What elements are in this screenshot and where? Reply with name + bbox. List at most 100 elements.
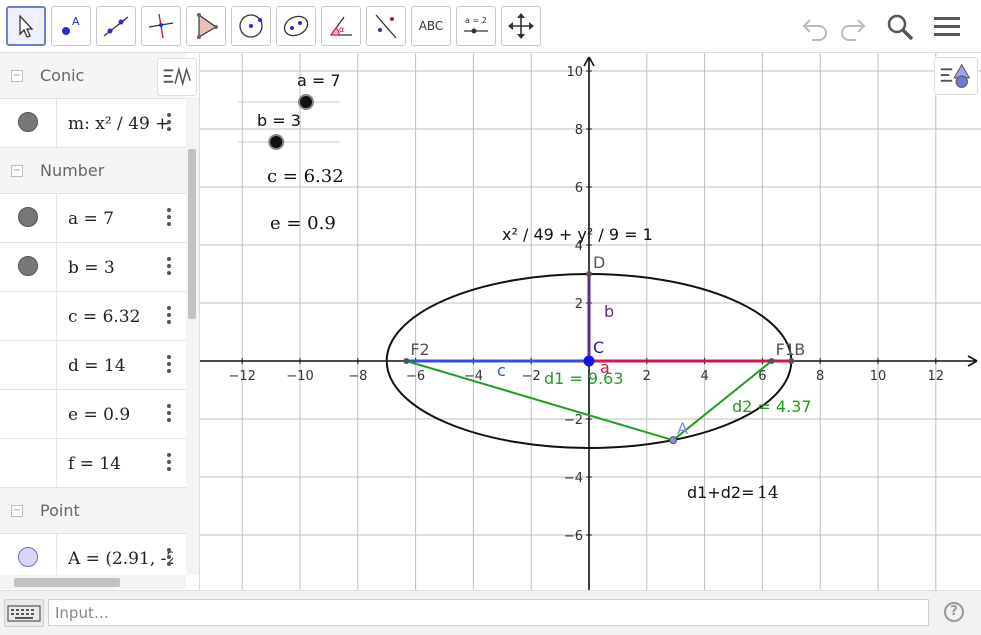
- slider-tool-button[interactable]: a = 2: [456, 6, 496, 46]
- search-button[interactable]: [883, 10, 917, 44]
- ellipse-equation-text: x² / 49 + y² / 9 = 1: [502, 225, 653, 244]
- segment-label-d2: d2 = 4.37: [732, 397, 812, 416]
- point-C[interactable]: [583, 355, 595, 367]
- line-tool-icon: [103, 16, 129, 37]
- svg-text:A: A: [72, 15, 80, 28]
- segment-label-b: b: [604, 302, 614, 321]
- more-options-icon[interactable]: [166, 548, 172, 568]
- x-tick-label: 12: [928, 369, 945, 384]
- algebra-item-e[interactable]: e = 0.9: [0, 390, 186, 439]
- x-tick-label: 2: [643, 369, 651, 384]
- vertical-scroll-thumb[interactable]: [188, 149, 196, 319]
- angle-tool-button[interactable]: α: [321, 6, 361, 46]
- point-label-A: A: [677, 419, 688, 438]
- redo-icon: [841, 19, 866, 41]
- group-name: Number: [40, 161, 105, 180]
- graphics-view[interactable]: −12 −10 −8 −6 −4 −2 2 4 6 8 10 12 10 8 6 4 2 −2 −4 −6 D C …: [200, 53, 981, 590]
- point-label-D: D: [593, 253, 605, 272]
- x-tick-label: −2: [522, 369, 541, 384]
- circle-tool-icon: [239, 14, 263, 38]
- svg-text:α: α: [339, 25, 344, 34]
- undo-icon: [802, 19, 827, 41]
- x-tick-label: 4: [700, 369, 708, 384]
- collapse-icon[interactable]: −: [11, 70, 23, 82]
- perpendicular-line-tool-icon: [148, 13, 174, 39]
- sum-value-text: 14: [757, 483, 779, 503]
- algebra-item-definition[interactable]: e = 0.9: [68, 405, 173, 425]
- algebra-item-a[interactable]: a = 7: [0, 194, 186, 243]
- group-name: Point: [40, 501, 80, 520]
- algebra-style-bar-button[interactable]: [157, 58, 197, 96]
- more-options-icon[interactable]: [166, 113, 172, 133]
- algebra-item-definition[interactable]: A = (2.91, -2.8: [68, 549, 173, 569]
- group-header-point[interactable]: − Point: [0, 488, 186, 534]
- y-tick-label: 10: [566, 65, 583, 80]
- move-tool-button[interactable]: [6, 6, 46, 46]
- collapse-icon[interactable]: −: [11, 505, 23, 517]
- visibility-toggle-icon[interactable]: [18, 207, 38, 227]
- search-icon: [887, 14, 914, 41]
- undo-button[interactable]: [798, 10, 832, 44]
- point-F2[interactable]: [403, 358, 410, 364]
- text-tool-button[interactable]: ABC: [411, 6, 451, 46]
- polygon-tool-button[interactable]: [186, 6, 226, 46]
- collapse-icon[interactable]: −: [11, 165, 23, 177]
- move-graphics-tool-button[interactable]: [501, 6, 541, 46]
- menu-button[interactable]: [930, 10, 964, 44]
- point-F1[interactable]: [768, 358, 775, 364]
- redo-button[interactable]: [836, 10, 870, 44]
- algebra-item-m[interactable]: m: x² / 49 + y² / 9 = 1: [0, 99, 186, 148]
- perpendicular-tool-button[interactable]: [141, 6, 181, 46]
- more-options-icon[interactable]: [166, 306, 172, 326]
- point-tool-button[interactable]: A: [51, 6, 91, 46]
- slider-a-knob[interactable]: [298, 94, 314, 110]
- algebra-item-definition[interactable]: m: x² / 49 + y² / 9 = 1: [68, 114, 173, 134]
- visibility-toggle-icon[interactable]: [18, 547, 38, 567]
- slider-a[interactable]: a = 7: [238, 71, 341, 110]
- slider-b-knob[interactable]: [268, 134, 285, 150]
- visibility-toggle-icon[interactable]: [18, 112, 38, 132]
- reflect-tool-button[interactable]: [366, 6, 406, 46]
- more-options-icon[interactable]: [166, 208, 172, 228]
- algebra-item-definition[interactable]: a = 7: [68, 209, 173, 229]
- group-header-number[interactable]: − Number: [0, 148, 186, 194]
- style-bar-icon: [940, 63, 971, 88]
- line-tool-button[interactable]: [96, 6, 136, 46]
- x-tick-label: −10: [286, 369, 313, 384]
- y-tick-label: −6: [564, 529, 583, 544]
- keyboard-button[interactable]: [4, 599, 44, 627]
- algebra-item-f[interactable]: f = 14: [0, 439, 186, 488]
- x-tick-label: −12: [228, 369, 255, 384]
- more-options-icon[interactable]: [166, 404, 172, 424]
- y-tick-label: 6: [575, 181, 583, 196]
- more-options-icon[interactable]: [166, 355, 172, 375]
- algebra-input-field[interactable]: [48, 599, 929, 626]
- more-options-icon[interactable]: [166, 453, 172, 473]
- algebra-item-c[interactable]: c = 6.32: [0, 292, 186, 341]
- visibility-toggle-icon[interactable]: [18, 256, 38, 276]
- point-A[interactable]: [669, 436, 678, 445]
- algebra-item-definition[interactable]: c = 6.32: [68, 307, 173, 327]
- ellipse-tool-button[interactable]: [276, 6, 316, 46]
- more-options-icon[interactable]: [166, 257, 172, 277]
- point-D[interactable]: [586, 271, 592, 277]
- slider-b[interactable]: b = 3: [238, 111, 340, 150]
- point-label-F2: F2: [410, 340, 429, 359]
- horizontal-scroll-thumb[interactable]: [14, 578, 120, 587]
- algebra-item-definition[interactable]: d = 14: [68, 356, 173, 376]
- algebra-item-b[interactable]: b = 3: [0, 243, 186, 292]
- graphics-canvas[interactable]: −12 −10 −8 −6 −4 −2 2 4 6 8 10 12 108642−2−4−6 D C …: [200, 53, 981, 590]
- point-label-F1: F1: [776, 340, 795, 359]
- sum-label-text: d1+d2=: [687, 483, 754, 502]
- slider-a-label: a = 7: [297, 71, 341, 90]
- circle-tool-button[interactable]: [231, 6, 271, 46]
- algebra-item-d[interactable]: d = 14: [0, 341, 186, 390]
- algebra-item-definition[interactable]: f = 14: [68, 454, 173, 474]
- algebra-item-definition[interactable]: b = 3: [68, 258, 173, 278]
- svg-text:a = 2: a = 2: [465, 16, 487, 25]
- polygon-tool-icon: [197, 13, 218, 39]
- point-tool-icon: A: [62, 15, 80, 35]
- help-icon[interactable]: ?: [944, 602, 964, 622]
- y-tick-label: 8: [575, 123, 583, 138]
- graphics-style-bar-button[interactable]: [934, 57, 978, 95]
